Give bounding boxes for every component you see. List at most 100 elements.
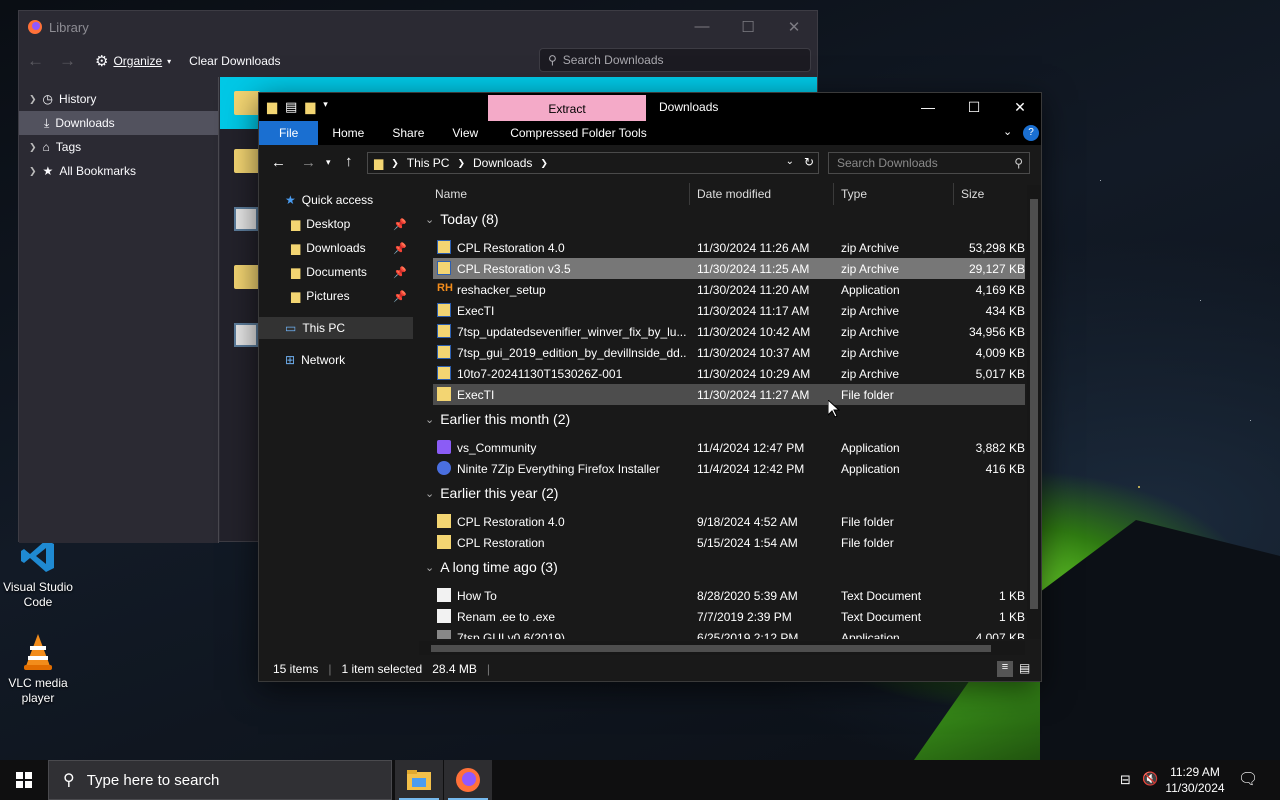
nav-documents[interactable]: ▆ Documents 📌 [259, 261, 413, 283]
up-arrow-icon[interactable]: ↑ [345, 153, 353, 170]
table-row[interactable]: CPL Restoration 4.0 11/30/2024 11:26 AM zi… [433, 237, 1025, 258]
taskbar-clock[interactable]: 11:29 AM 11/30/2024 [1160, 764, 1230, 796]
column-size[interactable]: Size [961, 187, 984, 201]
folder-icon: ▆ [291, 289, 301, 303]
group-header[interactable]: ⌄ A long time ago (3) [425, 559, 558, 575]
maximize-button[interactable]: ☐ [951, 93, 997, 121]
sidebar-item-downloads[interactable]: ⤓ Downloads [19, 111, 218, 135]
breadcrumb-downloads[interactable]: Downloads [473, 156, 532, 170]
download-icon: ⤓ [44, 115, 50, 130]
group-header[interactable]: ⌄ Earlier this year (2) [425, 485, 558, 501]
tab-compressed-folder-tools[interactable]: Compressed Folder Tools [492, 121, 661, 145]
forward-arrow-icon[interactable]: → [59, 51, 81, 71]
selection-size: 28.4 MB [432, 662, 477, 676]
group-header[interactable]: ⌄ Earlier this month (2) [425, 411, 570, 427]
group-header[interactable]: ⌄ Today (8) [425, 211, 499, 227]
refresh-icon[interactable]: ↻ [804, 155, 814, 169]
library-titlebar[interactable]: Library — ☐ ✕ [19, 11, 817, 43]
taskbar: ⚲ Type here to search ⊟ 🔇 11:29 AM 11/30… [0, 760, 1280, 800]
volume-muted-icon[interactable]: 🔇 [1142, 771, 1158, 787]
table-row[interactable]: 7tsp_gui_2019_edition_by_devillnside_dd.… [433, 342, 1025, 363]
taskbar-search-input[interactable]: ⚲ Type here to search [48, 760, 392, 800]
desktop-icon-vlc[interactable]: VLC media player [0, 632, 76, 706]
properties-icon[interactable]: ▤ [285, 99, 297, 115]
tab-view[interactable]: View [438, 121, 492, 145]
cell-date: 9/18/2024 4:52 AM [697, 515, 798, 529]
tab-file[interactable]: File [259, 121, 319, 145]
table-row[interactable]: CPL Restoration 4.0 9/18/2024 4:52 AM File… [433, 511, 1025, 532]
forward-arrow-icon[interactable]: → [301, 154, 316, 171]
maximize-button[interactable]: ☐ [725, 18, 771, 36]
nav-pictures[interactable]: ▆ Pictures 📌 [259, 285, 413, 307]
table-row[interactable]: How To 8/28/2020 5:39 AM Text Document 1 KB [433, 585, 1025, 606]
address-bar[interactable]: ▆ ❯ This PC ❯ Downloads ❯ ⌄ ↻ [367, 152, 819, 174]
chevron-down-icon[interactable]: ▾ [323, 99, 328, 115]
horizontal-scrollbar[interactable] [419, 641, 1025, 655]
file-list[interactable]: Name Date modified Type Size ⌄ Today (8) C… [419, 181, 1025, 639]
chevron-down-icon[interactable]: ⌄ [786, 156, 794, 167]
table-row[interactable]: 7tsp GUI v0.6(2019) 6/25/2019 2:12 PM Appl… [433, 627, 1025, 639]
cell-type: File folder [841, 536, 894, 550]
nav-desktop[interactable]: ▆ Desktop 📌 [259, 213, 413, 235]
table-row[interactable]: CPL Restoration 5/15/2024 1:54 AM File fol… [433, 532, 1025, 553]
explorer-titlebar[interactable]: ▆ ▤ ▆ ▾ Extract Downloads — ☐ ✕ [259, 93, 1043, 122]
back-arrow-icon[interactable]: ← [271, 154, 286, 171]
vs-icon [437, 440, 451, 454]
taskbar-firefox[interactable] [444, 760, 492, 800]
explorer-window[interactable]: ▆ ▤ ▆ ▾ Extract Downloads — ☐ ✕ File Home S… [258, 92, 1042, 682]
column-date-modified[interactable]: Date modified [697, 187, 771, 201]
column-type[interactable]: Type [841, 187, 867, 201]
close-button[interactable]: ✕ [997, 93, 1043, 121]
minimize-button[interactable]: — [679, 18, 725, 36]
selection-count: 1 item selected [341, 662, 423, 676]
back-arrow-icon[interactable]: ← [27, 51, 49, 71]
desktop-icon-vscode[interactable]: Visual Studio Code [0, 536, 76, 610]
nav-network[interactable]: ⊞ Network [259, 349, 413, 371]
table-row[interactable]: Ninite 7Zip Everything Firefox Installer… [433, 458, 1025, 479]
cell-date: 11/30/2024 11:17 AM [697, 304, 810, 318]
tiles-view-icon[interactable]: ▤ [1019, 661, 1030, 675]
chevron-down-icon[interactable]: ⌄ [1003, 125, 1012, 138]
table-row[interactable]: 7tsp_updatedsevenifier_winver_fix_by_lu.… [433, 321, 1025, 342]
nav-this-pc[interactable]: ▭ This PC [259, 317, 413, 339]
cell-name: vs_Community [457, 441, 537, 455]
table-row[interactable]: 10to7-20241130T153026Z-001 11/30/2024 10:… [433, 363, 1025, 384]
clear-downloads-button[interactable]: Clear Downloads [185, 52, 284, 70]
new-folder-icon[interactable]: ▆ [305, 99, 315, 115]
table-row[interactable]: ExecTI 11/30/2024 11:17 AM zip Archive 434 … [433, 300, 1025, 321]
close-button[interactable]: ✕ [771, 18, 817, 36]
breadcrumb-this-pc[interactable]: This PC [407, 156, 450, 170]
minimize-button[interactable]: — [905, 93, 951, 121]
folder-icon [437, 535, 451, 549]
column-name[interactable]: Name [435, 187, 467, 201]
table-row[interactable]: CPL Restoration v3.5 11/30/2024 11:25 AM z… [433, 258, 1025, 279]
nav-quick-access[interactable]: ★ Quick access [259, 189, 413, 211]
sidebar-item-history[interactable]: ❯ ◷ History [19, 87, 218, 111]
table-row[interactable]: Renam .ee to .exe 7/7/2019 2:39 PM Text Do… [433, 606, 1025, 627]
table-row[interactable]: ExecTI 11/30/2024 11:27 AM File folder [433, 384, 1025, 405]
scrollbar-thumb[interactable] [1030, 199, 1038, 609]
folder-icon[interactable]: ▆ [267, 99, 277, 115]
address-row: ← → ▾ ↑ ▆ ❯ This PC ❯ Downloads ❯ ⌄ ↻ Se… [259, 145, 1041, 181]
help-icon[interactable]: ? [1023, 125, 1039, 141]
sidebar-item-tags[interactable]: ❯ ⌂ Tags [19, 135, 218, 159]
nav-downloads[interactable]: ▆ Downloads 📌 [259, 237, 413, 259]
organize-button[interactable]: ⚙ Organize ▾ [91, 50, 175, 72]
sidebar-item-all-bookmarks[interactable]: ❯ ★ All Bookmarks [19, 159, 218, 183]
recent-locations-icon[interactable]: ▾ [326, 157, 331, 168]
taskbar-file-explorer[interactable] [395, 760, 443, 800]
tab-share[interactable]: Share [378, 121, 438, 145]
table-row[interactable]: vs_Community 11/4/2024 12:47 PM Applicatio… [433, 437, 1025, 458]
scrollbar-thumb[interactable] [431, 645, 991, 652]
explorer-search-input[interactable]: Search Downloads ⚲ [828, 152, 1030, 174]
extract-tab[interactable]: Extract [488, 95, 646, 122]
table-row[interactable]: RH reshacker_setup 11/30/2024 11:20 AM Appl… [433, 279, 1025, 300]
cell-name: CPL Restoration 4.0 [457, 515, 565, 529]
details-view-icon[interactable]: ≡ [997, 661, 1013, 677]
network-status-icon[interactable]: ⊟ [1120, 772, 1131, 788]
tab-home[interactable]: Home [318, 121, 378, 145]
notification-icon[interactable]: 🗨 [1238, 769, 1258, 789]
library-search-input[interactable]: ⚲ Search Downloads [539, 48, 811, 72]
start-button[interactable] [0, 760, 48, 800]
vertical-scrollbar[interactable] [1027, 185, 1041, 639]
